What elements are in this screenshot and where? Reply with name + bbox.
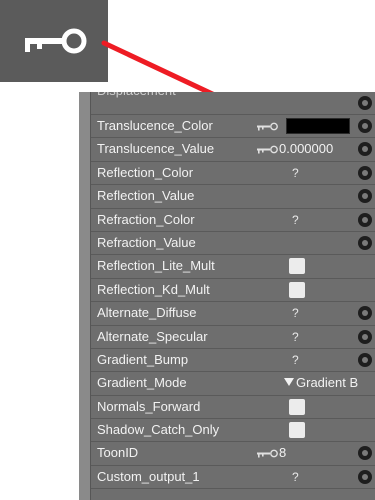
property-label: Shadow_Catch_Only xyxy=(97,422,220,438)
property-row[interactable]: Refraction_Color? xyxy=(91,208,375,232)
property-label: Translucence_Value xyxy=(97,141,215,157)
question-mark-icon[interactable]: ? xyxy=(292,306,299,320)
connection-radio[interactable] xyxy=(358,119,372,133)
property-label: ToonID xyxy=(97,445,139,461)
question-mark-icon[interactable]: ? xyxy=(292,213,299,227)
property-row[interactable]: Reflection_Lite_Mult xyxy=(91,255,375,279)
property-row[interactable]: Displacement xyxy=(91,92,375,115)
dropdown-triangle-icon xyxy=(284,378,294,387)
connection-radio[interactable] xyxy=(358,212,372,227)
property-label: Refraction_Color xyxy=(97,211,195,227)
connection-radio[interactable] xyxy=(358,329,372,344)
property-row[interactable]: Custom_output_1? xyxy=(91,465,375,490)
gradient-mode-dropdown[interactable]: Gradient B xyxy=(284,375,358,390)
property-row[interactable]: Reflection_Color? xyxy=(91,161,375,186)
connection-radio[interactable] xyxy=(358,446,372,461)
property-label: Reflection_Color xyxy=(97,164,194,180)
connection-radio[interactable] xyxy=(358,165,372,180)
color-swatch[interactable] xyxy=(286,118,350,134)
property-row[interactable]: Translucence_Value 0.000000 xyxy=(91,138,375,162)
property-label: Translucence_Color xyxy=(97,118,213,133)
connection-radio[interactable] xyxy=(358,96,372,110)
connection-radio[interactable] xyxy=(358,235,372,250)
checkbox[interactable] xyxy=(289,281,305,298)
connection-radio[interactable] xyxy=(358,189,372,204)
property-label: Alternate_Diffuse xyxy=(97,305,197,321)
question-mark-icon[interactable]: ? xyxy=(292,353,299,367)
property-row[interactable]: ToonID 8 xyxy=(91,442,375,466)
property-row[interactable]: Normals_Forward xyxy=(91,395,375,420)
property-label: Normals_Forward xyxy=(97,398,201,414)
connection-radio[interactable] xyxy=(358,306,372,321)
property-list: Displacement Translucence_Color Translucen… xyxy=(91,92,375,490)
property-label: Reflection_Kd_Mult xyxy=(97,281,210,297)
question-mark-icon[interactable]: ? xyxy=(292,166,299,180)
property-label: Custom_output_1 xyxy=(97,468,200,484)
property-value[interactable]: 8 xyxy=(279,445,286,460)
checkbox[interactable] xyxy=(289,398,305,415)
property-row[interactable]: Reflection_Value xyxy=(91,185,375,209)
property-row[interactable]: Gradient_Bump? xyxy=(91,348,375,373)
property-label: Gradient_Mode xyxy=(97,375,187,391)
dropdown-value: Gradient B xyxy=(296,375,359,391)
checkbox[interactable] xyxy=(289,422,305,439)
property-label: Alternate_Specular xyxy=(97,328,208,344)
connection-radio[interactable] xyxy=(358,469,372,484)
property-row[interactable]: Alternate_Specular? xyxy=(91,325,375,349)
question-mark-icon[interactable]: ? xyxy=(292,330,299,344)
property-row[interactable]: Refraction_Value xyxy=(91,231,375,256)
checkbox[interactable] xyxy=(289,258,305,275)
property-row[interactable]: Alternate_Diffuse? xyxy=(91,302,375,326)
key-icon[interactable] xyxy=(257,449,279,458)
key-icon xyxy=(25,28,87,54)
property-row[interactable]: Shadow_Catch_Only xyxy=(91,419,375,443)
property-label: Refraction_Value xyxy=(97,234,196,250)
property-value[interactable]: 0.000000 xyxy=(279,141,333,156)
panel-side-strip xyxy=(79,92,91,500)
property-row[interactable]: Translucence_Color xyxy=(91,115,375,139)
property-row[interactable]: Gradient_Mode Gradient B xyxy=(91,372,375,396)
property-label: Reflection_Value xyxy=(97,188,195,204)
question-mark-icon[interactable]: ? xyxy=(292,470,299,484)
key-icon[interactable] xyxy=(257,145,279,154)
property-label: Reflection_Lite_Mult xyxy=(97,258,215,274)
connection-radio[interactable] xyxy=(358,142,372,157)
property-row[interactable]: Reflection_Kd_Mult xyxy=(91,278,375,303)
property-label: Gradient_Bump xyxy=(97,351,189,367)
key-icon-zoom xyxy=(0,0,108,82)
property-label: Displacement xyxy=(97,92,176,98)
connection-radio[interactable] xyxy=(358,352,372,367)
key-icon[interactable] xyxy=(257,122,279,131)
